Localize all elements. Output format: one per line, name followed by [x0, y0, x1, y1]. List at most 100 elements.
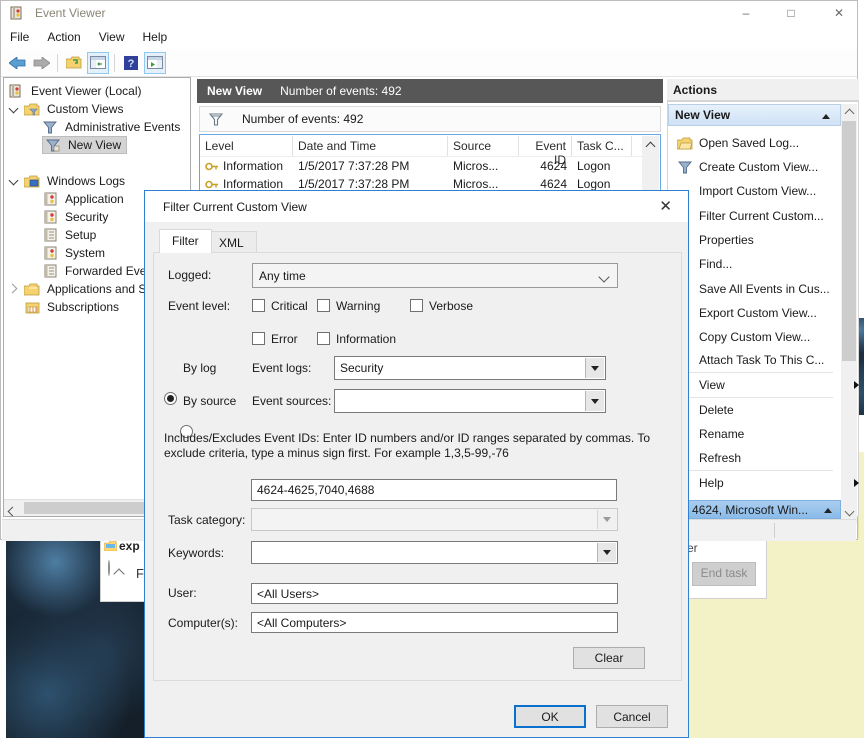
toolbar-separator	[57, 54, 58, 72]
logged-dropdown[interactable]: Any time	[252, 263, 618, 288]
computer-input[interactable]	[251, 612, 618, 633]
submenu-arrow-icon	[854, 479, 859, 487]
action-find[interactable]: Find...	[671, 252, 864, 276]
back-icon[interactable]	[6, 52, 28, 74]
col-level[interactable]: Level	[200, 136, 293, 156]
event-viewer-root-icon	[8, 84, 24, 98]
tree-item-forwarded-events[interactable]: Forwarded Ever	[42, 262, 153, 280]
verbose-label[interactable]: Verbose	[429, 299, 473, 313]
col-source[interactable]: Source	[448, 136, 519, 156]
task-category-label: Task category:	[168, 513, 245, 527]
combo-dropdown-button[interactable]	[585, 358, 604, 378]
action-properties[interactable]: Properties	[671, 228, 864, 252]
tree-item-setup[interactable]: Setup	[42, 226, 99, 244]
by-log-radio[interactable]	[164, 392, 177, 405]
collapse-group-icon[interactable]	[824, 508, 832, 513]
warning-label[interactable]: Warning	[336, 299, 380, 313]
col-datetime[interactable]: Date and Time	[293, 136, 448, 156]
tree-item-root[interactable]: Event Viewer (Local)	[8, 82, 145, 100]
action-help[interactable]: Help	[671, 471, 864, 495]
fewer-details-icon[interactable]	[108, 560, 110, 576]
close-button[interactable]: ✕	[830, 5, 848, 21]
error-checkbox[interactable]	[252, 332, 265, 345]
menu-help[interactable]: Help	[134, 26, 177, 48]
warning-checkbox[interactable]	[317, 299, 330, 312]
menu-view[interactable]: View	[90, 26, 134, 48]
tree-item-applications-services[interactable]: Applications and Se	[24, 280, 156, 298]
end-task-button[interactable]: End task	[692, 562, 756, 586]
event-level-label: Event level:	[168, 299, 230, 313]
console-tree-toggle-icon[interactable]	[87, 52, 109, 74]
table-scroll-up-icon[interactable]	[642, 136, 659, 154]
tab-filter[interactable]: Filter	[159, 229, 212, 253]
results-header: New View Number of events: 492	[197, 79, 663, 103]
action-rename[interactable]: Rename	[671, 422, 864, 446]
tree-item-administrative-events[interactable]: Administrative Events	[42, 118, 183, 136]
menu-action[interactable]: Action	[38, 26, 89, 48]
action-export-custom-view[interactable]: Export Custom View...	[671, 301, 864, 325]
event-viewer-app-icon	[9, 6, 25, 20]
collapse-group-icon[interactable]	[822, 114, 830, 119]
action-pane-toggle-icon[interactable]	[144, 52, 166, 74]
toolbar-separator	[114, 54, 115, 72]
help-icon[interactable]: ?	[120, 52, 142, 74]
by-source-label[interactable]: By source	[183, 394, 236, 408]
user-input[interactable]	[251, 583, 618, 604]
error-label[interactable]: Error	[271, 332, 298, 346]
clear-button[interactable]: Clear	[573, 647, 645, 669]
action-import-custom-view[interactable]: Import Custom View...	[671, 179, 864, 203]
scroll-left-icon[interactable]	[9, 504, 16, 518]
action-attach-task[interactable]: Attach Task To This C...	[671, 348, 864, 372]
expand-chevron-icon[interactable]	[9, 176, 19, 186]
event-ids-input[interactable]	[251, 479, 617, 501]
col-taskcat[interactable]: Task C...	[572, 136, 632, 156]
minimize-button[interactable]: –	[737, 5, 755, 21]
includes-note: Includes/Excludes Event IDs: Enter ID nu…	[164, 431, 666, 461]
user-label: User:	[168, 586, 197, 600]
tree-item-security[interactable]: Security	[42, 208, 111, 226]
action-refresh[interactable]: Refresh	[671, 446, 864, 470]
cancel-button[interactable]: Cancel	[596, 705, 668, 728]
event-logs-combo[interactable]: Security	[334, 356, 606, 380]
key-icon	[205, 159, 219, 173]
tree-item-new-view[interactable]: New View	[42, 136, 127, 154]
by-log-label[interactable]: By log	[183, 361, 216, 375]
action-save-all-events[interactable]: Save All Events in Cus...	[671, 277, 864, 301]
actions-scroll-up-icon[interactable]	[841, 104, 857, 120]
event-sources-combo[interactable]	[334, 389, 606, 413]
dialog-close-icon[interactable]: ✕	[659, 197, 672, 215]
col-eventid[interactable]: Event ID	[519, 136, 572, 156]
action-delete[interactable]: Delete	[671, 398, 864, 422]
dialog-title-bar: Filter Current Custom View ✕	[145, 191, 688, 222]
collapse-chevron-icon[interactable]	[8, 284, 18, 294]
action-copy-custom-view[interactable]: Copy Custom View...	[671, 325, 864, 349]
tree-item-custom-views[interactable]: Custom Views	[24, 100, 126, 118]
critical-checkbox[interactable]	[252, 299, 265, 312]
action-create-custom-view[interactable]: Create Custom View...	[671, 155, 839, 179]
forward-icon[interactable]	[30, 52, 52, 74]
critical-label[interactable]: Critical	[271, 299, 308, 313]
ok-button[interactable]: OK	[514, 705, 586, 728]
funnel-icon	[677, 160, 693, 174]
tree-item-windows-logs[interactable]: Windows Logs	[24, 172, 128, 190]
combo-dropdown-button[interactable]	[597, 543, 616, 562]
expand-chevron-icon[interactable]	[9, 104, 19, 114]
information-checkbox[interactable]	[317, 332, 330, 345]
action-open-saved-log[interactable]: Open Saved Log...	[671, 131, 839, 155]
information-label[interactable]: Information	[336, 332, 396, 346]
actions-group-header[interactable]: New View	[668, 104, 841, 126]
tab-xml[interactable]: XML	[206, 231, 257, 253]
tree-item-subscriptions[interactable]: Subscriptions	[24, 298, 122, 316]
table-row[interactable]: Information 1/5/2017 7:37:28 PM Micros..…	[200, 157, 660, 175]
keywords-combo[interactable]	[251, 541, 618, 564]
action-filter-current-custom[interactable]: Filter Current Custom...	[671, 204, 864, 228]
tree-item-system[interactable]: System	[42, 244, 108, 262]
combo-dropdown-button[interactable]	[585, 391, 604, 411]
maximize-button[interactable]: □	[782, 5, 800, 21]
verbose-checkbox[interactable]	[410, 299, 423, 312]
action-view[interactable]: View	[671, 373, 864, 397]
event-group-header-selected[interactable]: ent 4624, Microsoft Win...	[667, 500, 841, 519]
open-saved-log-icon[interactable]	[63, 52, 85, 74]
tree-item-application[interactable]: Application	[42, 190, 127, 208]
menu-file[interactable]: File	[1, 26, 38, 48]
